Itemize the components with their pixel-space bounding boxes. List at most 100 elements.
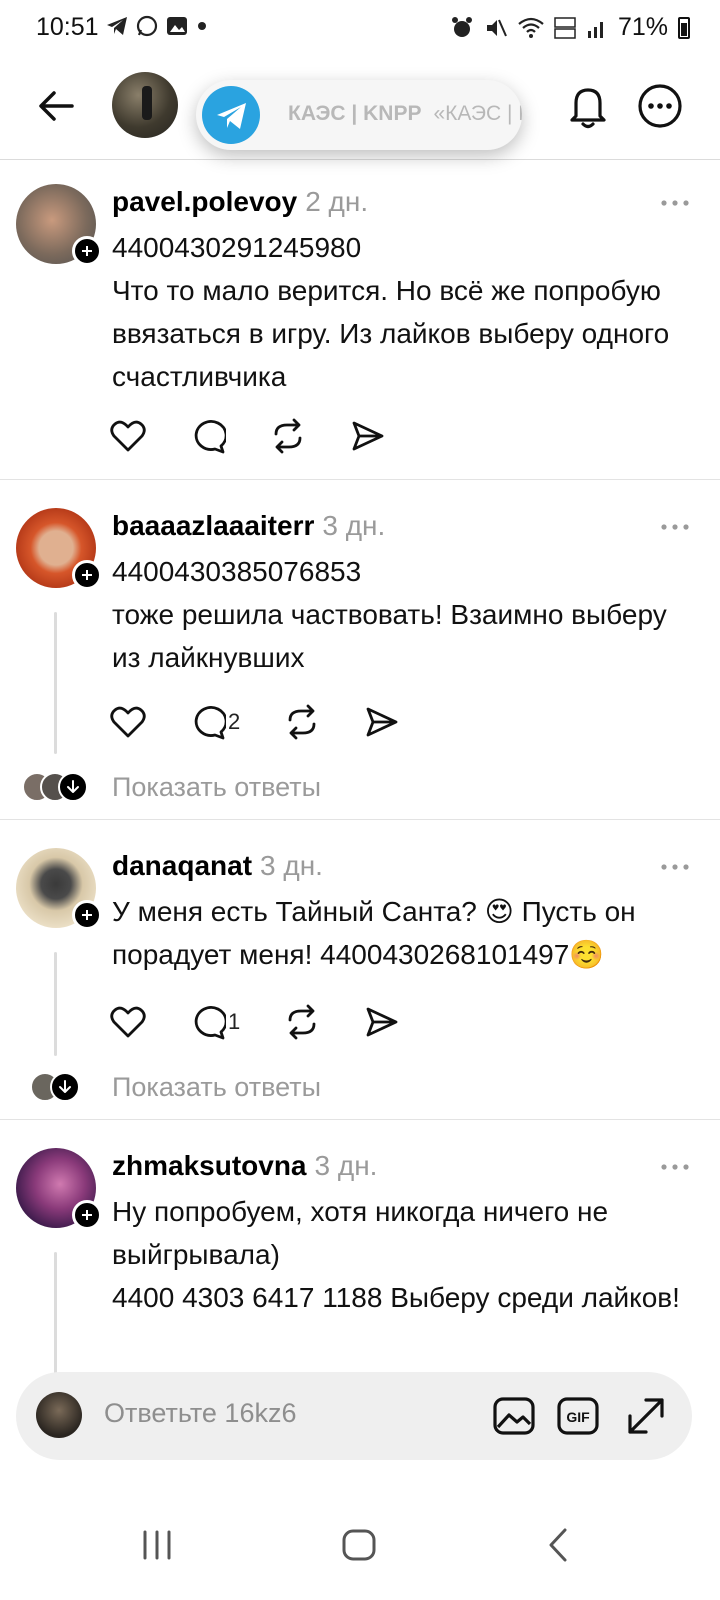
- username[interactable]: baaaazlaaaiterr 3 дн.: [112, 510, 385, 542]
- status-bar: 10:51 71%: [0, 0, 720, 56]
- like-button[interactable]: [110, 416, 146, 456]
- svg-text:GIF: GIF: [566, 1409, 590, 1425]
- more-options-icon[interactable]: [660, 1162, 690, 1172]
- username-text[interactable]: pavel.polevoy: [112, 186, 297, 217]
- avatar: [36, 1392, 82, 1438]
- bell-icon[interactable]: [566, 82, 610, 130]
- battery-text: 71%: [617, 13, 668, 41]
- reply-avatars: [22, 772, 100, 802]
- expand-icon[interactable]: [624, 1394, 668, 1438]
- comment-icon: [194, 420, 226, 454]
- username-text[interactable]: baaaazlaaaiterr: [112, 510, 314, 541]
- share-button[interactable]: [364, 702, 400, 742]
- wifi-icon: [518, 17, 544, 38]
- telegram-notification-toast[interactable]: КАЭС | KNPP «КАЭС | KNPP» опубликов...: [196, 80, 522, 150]
- header: КАЭС | KNPP «КАЭС | KNPP» опубликов...: [0, 60, 720, 160]
- action-bar: 1: [110, 1002, 444, 1042]
- share-button[interactable]: [350, 416, 386, 456]
- repost-button[interactable]: [270, 416, 306, 456]
- image-icon[interactable]: [492, 1394, 536, 1438]
- more-options-icon[interactable]: [660, 862, 690, 872]
- timestamp: 2 дн.: [305, 186, 369, 217]
- status-time: 10:51: [36, 13, 99, 41]
- comment-post: baaaazlaaaiterr 3 дн. 4400430385076853 то…: [0, 480, 720, 820]
- username-text[interactable]: zhmaksutovna: [112, 1150, 307, 1181]
- mute-icon: [486, 19, 507, 36]
- comment-button[interactable]: 1: [190, 1002, 240, 1042]
- timestamp: 3 дн.: [322, 510, 386, 541]
- show-replies-row[interactable]: [22, 772, 100, 802]
- comment-text: 4400430385076853 тоже решила частвовать!…: [112, 556, 667, 673]
- show-replies-link[interactable]: Показать ответы: [112, 1072, 321, 1103]
- toast-source: КАЭС | KNPP: [288, 102, 422, 125]
- comment-post: danaqanat 3 дн. У меня есть Тайный Санта?…: [0, 820, 720, 1120]
- username-text[interactable]: danaqanat: [112, 850, 252, 881]
- back-arrow-icon[interactable]: [34, 84, 78, 128]
- send-icon: [366, 1007, 398, 1037]
- like-button[interactable]: [110, 1002, 146, 1042]
- heart-icon: [110, 706, 146, 738]
- follow-plus-icon[interactable]: [72, 236, 102, 266]
- heart-icon: [110, 420, 146, 452]
- repost-icon: [288, 704, 316, 740]
- send-icon: [352, 421, 384, 451]
- gif-icon[interactable]: GIF: [556, 1394, 600, 1438]
- telegram-icon: [202, 86, 260, 144]
- comment-button[interactable]: [190, 416, 226, 456]
- repost-button[interactable]: [284, 702, 320, 742]
- like-button[interactable]: [110, 702, 146, 742]
- more-options-icon[interactable]: [660, 198, 690, 208]
- heart-icon: [110, 1006, 146, 1038]
- comment-text: Ну попробуем, хотя никогда ничего не вый…: [112, 1196, 680, 1313]
- signal-icon: [587, 21, 603, 38]
- arrow-down-icon: [58, 772, 88, 802]
- timestamp: 3 дн.: [260, 850, 323, 881]
- more-icon[interactable]: [636, 82, 684, 130]
- alarm-icon: [451, 16, 472, 37]
- comment-icon: [194, 706, 226, 740]
- show-replies-link[interactable]: Показать ответы: [112, 772, 321, 803]
- telegram-notification-icon: [107, 17, 127, 35]
- dot-icon: [198, 22, 206, 30]
- comment-post: pavel.polevoy 2 дн. 4400430291245980 Что …: [0, 160, 720, 480]
- repost-icon: [274, 418, 302, 454]
- recents-icon[interactable]: [132, 1520, 182, 1570]
- action-bar: 2: [110, 702, 444, 742]
- system-nav-bar: [0, 1490, 720, 1600]
- follow-plus-icon[interactable]: [72, 560, 102, 590]
- gallery-notification-icon: [167, 17, 187, 35]
- notification-icons: [106, 15, 208, 37]
- comment-count: 2: [228, 709, 241, 734]
- username[interactable]: danaqanat 3 дн.: [112, 850, 323, 882]
- repost-button[interactable]: [284, 1002, 320, 1042]
- username[interactable]: zhmaksutovna 3 дн.: [112, 1150, 377, 1182]
- comment-post: zhmaksutovna 3 дн. Ну попробуем, хотя ник…: [0, 1120, 720, 1380]
- reply-avatars: [22, 1072, 100, 1102]
- reply-input[interactable]: Ответьте 16kz6: [104, 1398, 296, 1429]
- timestamp: 3 дн.: [314, 1150, 378, 1181]
- show-replies-row[interactable]: [22, 1072, 100, 1102]
- follow-plus-icon[interactable]: [72, 1200, 102, 1230]
- whatsapp-notification-icon: [136, 15, 158, 37]
- thread-line: [54, 612, 57, 754]
- action-bar: [110, 416, 430, 456]
- volte-icon: [554, 16, 576, 39]
- thread-line: [54, 1252, 57, 1380]
- repost-icon: [288, 1004, 316, 1040]
- share-button[interactable]: [364, 1002, 400, 1042]
- reply-bar[interactable]: Ответьте 16kz6 GIF: [16, 1372, 692, 1460]
- arrow-down-icon: [50, 1072, 80, 1102]
- follow-plus-icon[interactable]: [72, 900, 102, 930]
- username[interactable]: pavel.polevoy 2 дн.: [112, 186, 368, 218]
- comment-button[interactable]: 2: [190, 702, 240, 742]
- home-icon[interactable]: [334, 1520, 384, 1570]
- more-options-icon[interactable]: [660, 522, 690, 532]
- comment-text: 4400430291245980 Что то мало верится. Но…: [112, 232, 670, 392]
- status-right: 71%: [450, 13, 690, 42]
- send-icon: [366, 707, 398, 737]
- comment-count: 1: [228, 1009, 241, 1034]
- back-nav-icon[interactable]: [534, 1520, 584, 1570]
- toast-message: «КАЭС | KNPP» опубликов...: [433, 102, 522, 125]
- avatar[interactable]: [112, 72, 178, 138]
- battery-icon: [678, 16, 690, 39]
